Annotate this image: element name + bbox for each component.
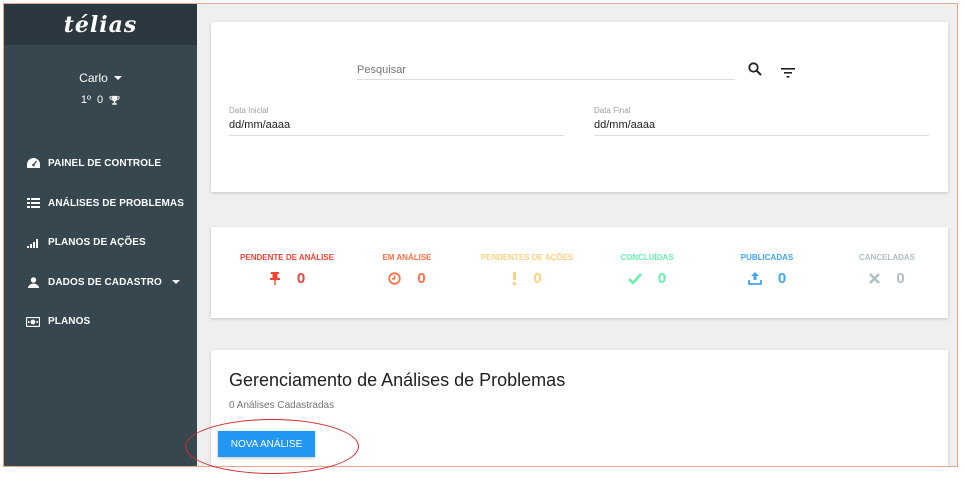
user-panel: Carlo 1º 0 [4, 71, 197, 106]
main-content: Data Inicial dd/mm/aaaa Data Final dd/mm… [197, 4, 957, 466]
exclamation-icon [513, 272, 517, 285]
clock-icon [388, 272, 402, 285]
end-date-label: Data Final [594, 106, 631, 115]
sidebar-nav: PAINEL DE CONTROLE ANÁLISES DE PROBLEMAS… [4, 144, 197, 342]
logo-bar: télias [4, 4, 197, 45]
status-count: 0 [777, 270, 787, 287]
analysis-management-card: Gerenciamento de Análises de Problemas 0… [211, 350, 948, 466]
status-summary-card: PENDENTE DE ANÁLISE 0 EM ANÁLISE 0 PENDE… [211, 227, 948, 318]
status-label: PUBLICADAS [740, 253, 794, 262]
status-count: 0 [417, 270, 426, 287]
list-icon [26, 198, 40, 209]
user-menu-toggle[interactable]: Carlo [79, 71, 122, 85]
end-date-value[interactable]: dd/mm/aaaa [594, 119, 929, 131]
start-date-field[interactable]: Data Inicial dd/mm/aaaa [229, 106, 564, 136]
search-icon[interactable] [748, 62, 762, 81]
check-icon [627, 273, 642, 284]
sidebar-item-planos-acoes[interactable]: PLANOS DE AÇÕES [4, 223, 197, 263]
dashboard-icon [26, 158, 40, 169]
new-analysis-button[interactable]: NOVA ANÁLISE [218, 431, 315, 457]
signal-bars-icon [26, 238, 40, 248]
upload-icon [747, 272, 762, 285]
sidebar-item-planos[interactable]: PLANOS [4, 302, 197, 342]
caret-down-icon [171, 280, 180, 285]
user-name: Carlo [79, 71, 108, 85]
status-publicadas[interactable]: PUBLICADAS 0 [707, 253, 827, 287]
sidebar-item-painel[interactable]: PAINEL DE CONTROLE [4, 144, 197, 184]
status-label: CANCELADAS [859, 253, 915, 262]
status-label: PENDENTE DE ANÁLISE [240, 253, 334, 262]
cancel-icon [869, 273, 881, 284]
sidebar: télias Carlo 1º 0 PAINEL DE CONTROLE ANÁ… [4, 4, 197, 466]
status-count: 0 [296, 270, 306, 287]
filter-card: Data Inicial dd/mm/aaaa Data Final dd/mm… [211, 22, 948, 192]
status-em-analise[interactable]: EM ANÁLISE 0 [347, 253, 467, 287]
status-pendentes-acoes[interactable]: PENDENTES DE AÇÕES 0 [467, 253, 587, 287]
sidebar-item-analises[interactable]: ANÁLISES DE PROBLEMAS [4, 184, 197, 224]
pin-icon [269, 272, 280, 285]
analysis-count: 0 Análises Cadastradas [229, 400, 335, 411]
start-date-value[interactable]: dd/mm/aaaa [229, 119, 564, 131]
end-date-field[interactable]: Data Final dd/mm/aaaa [594, 106, 929, 136]
status-count: 0 [657, 270, 667, 287]
sidebar-item-label: PLANOS DE AÇÕES [48, 237, 146, 249]
status-label: EM ANÁLISE [382, 253, 432, 262]
status-concluidas[interactable]: CONCLUÍDAS 0 [587, 253, 707, 287]
search-input[interactable] [357, 64, 735, 80]
status-pendente-analise[interactable]: PENDENTE DE ANÁLISE 0 [227, 253, 347, 287]
sidebar-item-label: PLANOS [48, 316, 91, 328]
sidebar-item-label: PAINEL DE CONTROLE [48, 158, 162, 170]
trophy-icon [109, 95, 120, 105]
money-icon [26, 316, 40, 327]
user-rank: 1º [80, 94, 91, 106]
user-ranking: 1º 0 [4, 94, 197, 106]
user-score: 0 [97, 94, 104, 106]
filter-icon[interactable] [781, 65, 795, 83]
page-title: Gerenciamento de Análises de Problemas [229, 370, 566, 390]
status-label: PENDENTES DE AÇÕES [480, 253, 574, 262]
status-label: CONCLUÍDAS [620, 253, 674, 262]
status-count: 0 [896, 270, 905, 287]
status-count: 0 [533, 270, 542, 287]
sidebar-item-dados-cadastro[interactable]: DADOS DE CADASTRO [4, 263, 197, 303]
app-window: télias Carlo 1º 0 PAINEL DE CONTROLE ANÁ… [3, 3, 958, 467]
user-icon [26, 277, 40, 288]
brand-logo[interactable]: télias [64, 12, 138, 38]
caret-down-icon [113, 76, 122, 80]
sidebar-item-label: ANÁLISES DE PROBLEMAS [48, 197, 185, 209]
sidebar-item-label: DADOS DE CADASTRO [48, 276, 162, 288]
status-canceladas[interactable]: CANCELADAS 0 [827, 253, 947, 287]
start-date-label: Data Inicial [229, 106, 269, 115]
